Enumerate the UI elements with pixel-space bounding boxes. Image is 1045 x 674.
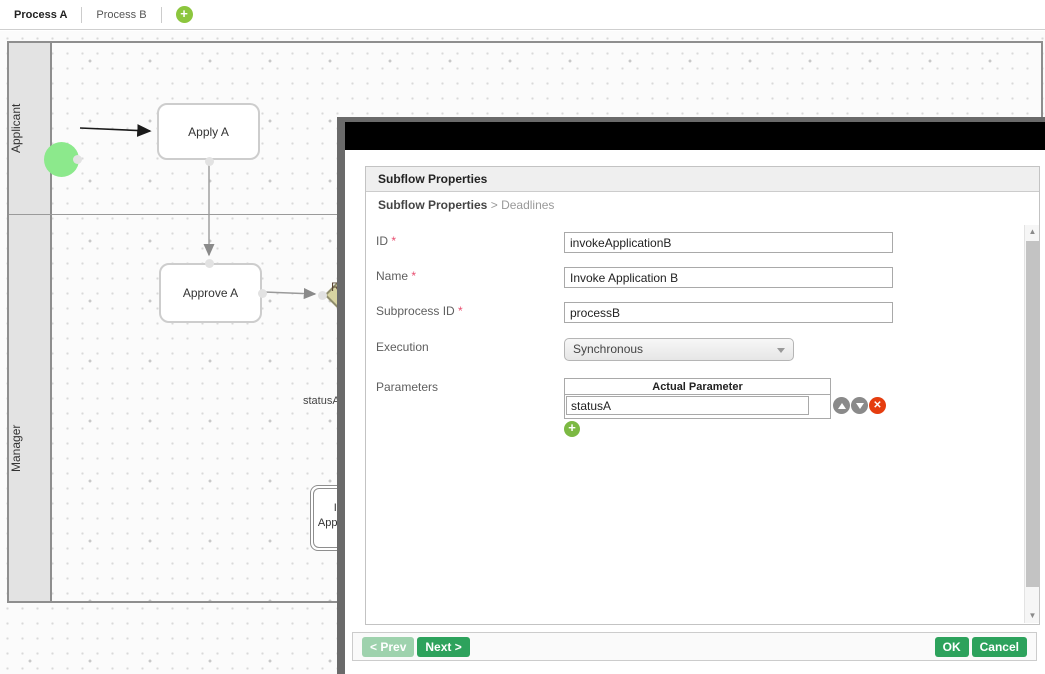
required-marker: *	[391, 234, 396, 248]
connection-handle[interactable]	[73, 155, 82, 164]
add-parameter-icon[interactable]: +	[564, 421, 580, 437]
dialog-title-bar[interactable]	[345, 122, 1045, 150]
dialog-scrollbar[interactable]: ▲ ▼	[1024, 225, 1039, 623]
confirm-buttons: OK Cancel	[935, 637, 1027, 657]
dialog-header: Subflow Properties	[366, 167, 1039, 192]
breadcrumb: Subflow Properties > Deadlines	[366, 192, 1039, 216]
parameters-label: Parameters	[376, 380, 438, 394]
name-field[interactable]	[564, 267, 893, 288]
next-button[interactable]: Next >	[417, 637, 469, 657]
subprocess-id-label: Subprocess ID *	[376, 304, 463, 318]
tab-separator	[161, 7, 162, 23]
parameters-table: Actual Parameter	[564, 378, 831, 419]
id-label: ID *	[376, 234, 396, 248]
breadcrumb-section-deadlines[interactable]: Deadlines	[501, 198, 554, 212]
parameter-row	[565, 395, 830, 418]
subflow-form: ID * Name * Subprocess ID * Execution	[366, 216, 1039, 624]
ok-button[interactable]: OK	[935, 637, 969, 657]
required-marker: *	[411, 269, 416, 283]
add-process-icon[interactable]: +	[176, 6, 193, 23]
task-apply-a-label: Apply A	[188, 125, 229, 139]
process-tab-bar: Process A Process B +	[0, 0, 1045, 30]
delete-parameter-icon[interactable]: ✕	[869, 397, 886, 414]
parameters-table-header: Actual Parameter	[565, 379, 830, 395]
connection-handle[interactable]	[205, 157, 214, 166]
connection-handle[interactable]	[258, 289, 267, 298]
process-designer: Process A Process B + Applicant Manager	[0, 0, 1045, 674]
scrollbar-thumb[interactable]	[1026, 241, 1039, 587]
execution-select[interactable]: Synchronous	[564, 338, 794, 361]
execution-selected-value: Synchronous	[573, 342, 643, 356]
connection-handle[interactable]	[318, 291, 327, 300]
move-up-icon[interactable]	[833, 397, 850, 414]
chevron-down-icon	[777, 348, 785, 353]
parameter-value-field[interactable]	[566, 396, 809, 415]
tab-process-b[interactable]: Process B	[82, 9, 160, 21]
breadcrumb-separator: >	[491, 198, 498, 212]
id-field[interactable]	[564, 232, 893, 253]
cancel-button[interactable]: Cancel	[972, 637, 1027, 657]
dialog-content-panel: Subflow Properties Subflow Properties > …	[365, 166, 1040, 625]
task-apply-a[interactable]: Apply A	[157, 103, 260, 160]
prev-button[interactable]: < Prev	[362, 637, 414, 657]
up-arrow-glyph	[838, 403, 846, 409]
tab-process-a[interactable]: Process A	[0, 9, 81, 21]
scroll-down-icon[interactable]: ▼	[1025, 609, 1040, 623]
wizard-nav-buttons: < Prev Next >	[362, 637, 470, 657]
subflow-properties-dialog: Subflow Properties Subflow Properties > …	[337, 117, 1045, 674]
id-label-text: ID	[376, 234, 388, 248]
task-approve-a-label: Approve A	[183, 286, 238, 300]
lane-label-manager[interactable]: Manager	[9, 353, 52, 543]
dialog-footer: < Prev Next > OK Cancel	[352, 632, 1037, 661]
task-approve-a[interactable]: Approve A	[159, 263, 262, 323]
connection-handle[interactable]	[205, 259, 214, 268]
name-label: Name *	[376, 269, 416, 283]
scroll-up-icon[interactable]: ▲	[1025, 225, 1040, 239]
down-arrow-glyph	[856, 403, 864, 409]
move-down-icon[interactable]	[851, 397, 868, 414]
name-label-text: Name	[376, 269, 408, 283]
execution-label: Execution	[376, 340, 429, 354]
breadcrumb-current[interactable]: Subflow Properties	[378, 198, 487, 212]
subprocess-id-field[interactable]	[564, 302, 893, 323]
subprocess-id-label-text: Subprocess ID	[376, 304, 455, 318]
required-marker: *	[458, 304, 463, 318]
